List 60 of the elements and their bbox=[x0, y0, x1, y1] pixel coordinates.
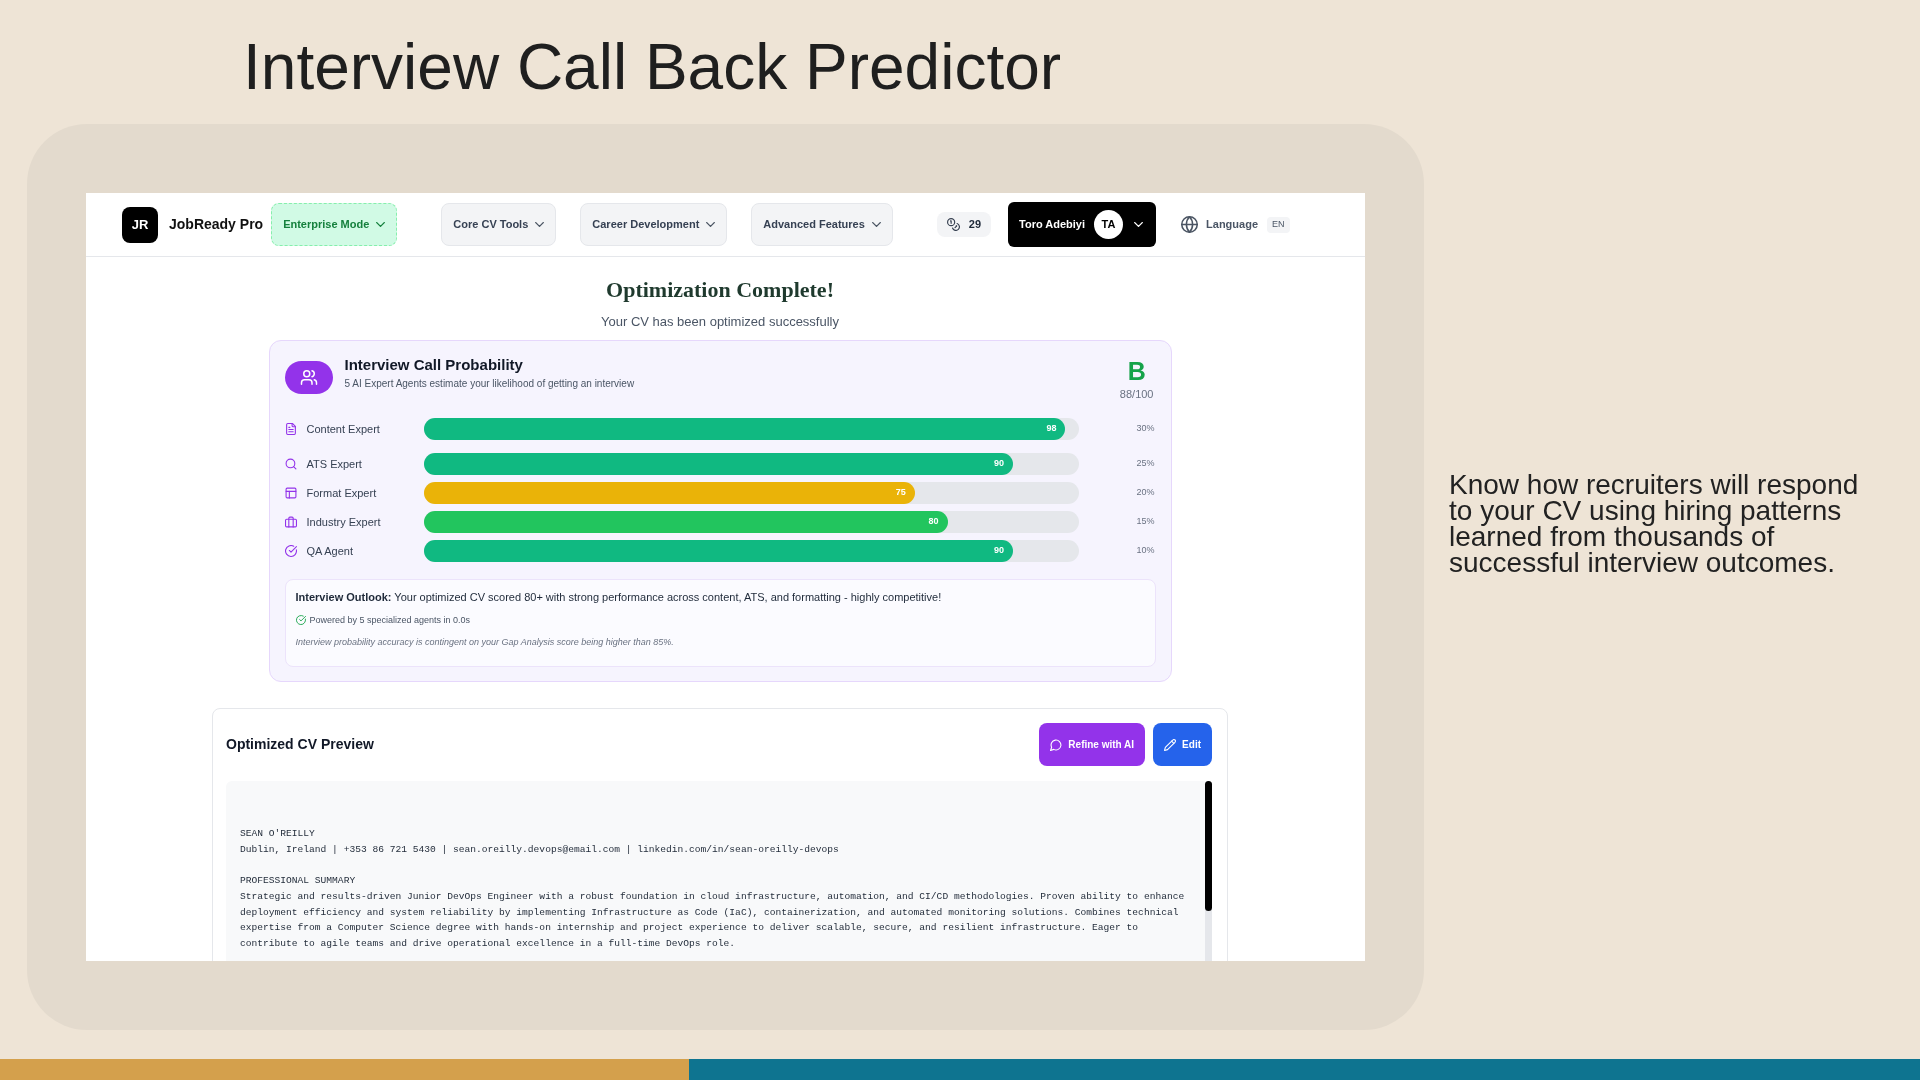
agent-name: Industry Expert bbox=[306, 514, 381, 530]
result-title: Optimization Complete! bbox=[606, 276, 834, 304]
chevron-down-icon bbox=[706, 222, 716, 227]
briefcase-icon bbox=[284, 516, 297, 528]
cv-text: Strategic and results-driven Junior DevOps Engineer with a robust foundation in cloud infrastructure, automation, and CI/CD methodologies. Proven ability to enhance deployment efficiency and system reliability by implementing Infrastructure as Code (IaC), containerization, and automated monitoring solutions. Combines technical expertise from a Computer Science degree with hands-on internship and project experience to deliver scalable, secure, and resilient infrastructure. Eager to contribute to agile teams and drive operational excellence in a full-time DevOps role. bbox=[240, 889, 1186, 951]
chevron-down-icon bbox=[1134, 222, 1144, 227]
nav-dropdown[interactable]: Advanced Features bbox=[751, 203, 893, 246]
users-icon bbox=[284, 361, 333, 394]
score-value: 75 bbox=[895, 486, 906, 500]
logo-mark: JR bbox=[122, 206, 158, 243]
chevron-down-icon bbox=[535, 222, 545, 227]
agent-name: ATS Expert bbox=[306, 456, 362, 472]
agent-name: QA Agent bbox=[306, 543, 353, 559]
card-title: Interview Call Probability bbox=[344, 355, 524, 375]
pencil-icon bbox=[1164, 738, 1177, 751]
chevron-down-icon bbox=[376, 222, 386, 227]
edit-button[interactable]: Edit bbox=[1153, 723, 1212, 766]
language-code: EN bbox=[1267, 216, 1290, 233]
overall-score: 88/100 bbox=[1119, 387, 1154, 401]
weight-percent: 20% bbox=[1135, 486, 1155, 500]
cv-text: SEAN O'REILLY bbox=[240, 827, 316, 841]
user-avatar: TA bbox=[1094, 210, 1124, 239]
check-circle-icon bbox=[284, 545, 297, 557]
weight-percent: 30% bbox=[1135, 422, 1155, 436]
disclaimer-text: Interview probability accuracy is contingent on your Gap Analysis score being higher than 85%. bbox=[295, 636, 675, 648]
globe-icon bbox=[1181, 216, 1199, 233]
cv-text: PROFESSIONAL SUMMARY bbox=[240, 874, 357, 889]
result-subtitle: Your CV has been optimized successfully bbox=[601, 313, 839, 331]
grade-letter: B bbox=[1127, 358, 1146, 384]
outlook-text: Interview Outlook: Your optimized CV scored 80+ with strong performance across content, ATS, and formatting - highly competitive! bbox=[295, 590, 943, 605]
agent-name: Format Expert bbox=[306, 485, 377, 501]
document-icon bbox=[284, 423, 297, 435]
weight-percent: 15% bbox=[1135, 515, 1155, 529]
score-value: 90 bbox=[994, 544, 1004, 558]
brand-name: JobReady Pro bbox=[169, 215, 264, 234]
check-circle-icon bbox=[295, 615, 306, 625]
card-subtitle: 5 AI Expert Agents estimate your likelihood of getting an interview bbox=[344, 378, 635, 390]
nav-dropdown[interactable]: Enterprise Mode bbox=[271, 203, 398, 246]
credits-count: 29 bbox=[968, 217, 982, 233]
layout-icon bbox=[284, 487, 297, 499]
coins-icon bbox=[946, 218, 960, 231]
slide-description: Know how recruiters will respond to your CV using hiring patterns learned from thousands of successful interview outcomes. bbox=[1449, 472, 1860, 576]
agent-name: Content Expert bbox=[306, 421, 380, 437]
section-title: Optimized CV Preview bbox=[226, 735, 374, 754]
nav-dropdown[interactable]: Core CV Tools bbox=[441, 203, 557, 246]
weight-percent: 10% bbox=[1135, 544, 1155, 558]
chevron-down-icon bbox=[871, 222, 881, 227]
language-selector[interactable]: Language bbox=[1181, 216, 1258, 233]
slide-title: Interview Call Back Predictor bbox=[243, 35, 1062, 99]
weight-percent: 25% bbox=[1135, 457, 1155, 471]
powered-by-text: Powered by 5 specialized agents in 0.0s bbox=[309, 614, 471, 626]
scrollbar-thumb[interactable] bbox=[1205, 781, 1212, 911]
score-value: 80 bbox=[928, 515, 939, 529]
refine-button[interactable]: Refine with AI bbox=[1039, 723, 1146, 766]
score-value: 98 bbox=[1046, 422, 1057, 436]
cv-text: Dublin, Ireland | +353 86 721 5430 | sean.oreilly.devops@email.com | linkedin.com/in/sean-oreilly-devops bbox=[240, 842, 840, 857]
score-value: 90 bbox=[994, 457, 1004, 471]
search-icon bbox=[284, 458, 297, 470]
nav-dropdown[interactable]: Career Development bbox=[580, 203, 728, 246]
user-menu-button[interactable]: Toro Adebiyi TA bbox=[1008, 202, 1157, 247]
